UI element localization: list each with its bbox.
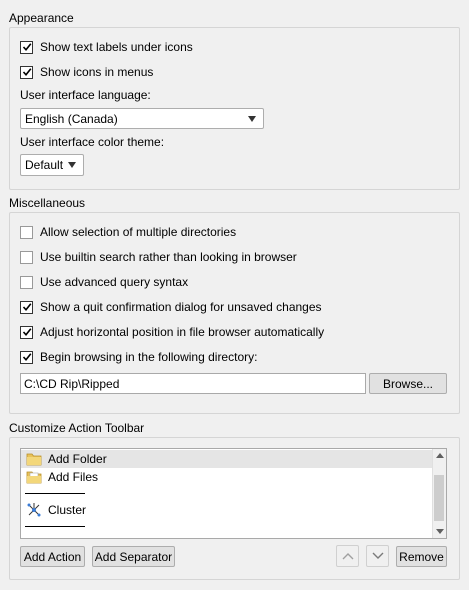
scrollbar-thumb[interactable] [434,475,444,521]
directory-input[interactable]: C:\CD Rip\Ripped [20,373,366,394]
show-text-labels-checkbox[interactable]: Show text labels under icons [20,39,193,55]
scroll-up-icon[interactable] [436,453,444,458]
chevron-down-icon [372,552,383,559]
move-down-button[interactable] [366,545,389,567]
checkmark-icon [20,65,33,79]
list-item-cluster[interactable]: Cluster [21,501,434,519]
begin-browsing-checkbox[interactable]: Begin browsing in the following director… [20,349,257,365]
chevron-down-icon [248,115,256,122]
move-up-button[interactable] [336,545,359,567]
quit-confirmation-checkbox[interactable]: Show a quit confirmation dialog for unsa… [20,299,322,315]
checkbox-empty-icon [20,225,33,239]
remove-label: Remove [399,549,444,564]
theme-select[interactable]: Default [20,154,84,176]
directory-value: C:\CD Rip\Ripped [24,376,120,391]
show-icons-menus-checkbox[interactable]: Show icons in menus [20,64,153,80]
remove-button[interactable]: Remove [396,546,447,567]
option-label: Use advanced query syntax [40,275,189,289]
checkbox-empty-icon [20,275,33,289]
add-action-label: Add Action [23,549,82,564]
theme-value: Default [25,158,64,172]
language-value: English (Canada) [25,111,118,126]
list-scrollbar[interactable] [432,449,446,538]
option-label: Allow selection of multiple directories [40,225,237,239]
folder-icon [26,453,42,466]
toolbar-title: Customize Action Toolbar [9,421,145,435]
add-separator-label: Add Separator [94,549,173,564]
list-item-label: Add Folder [48,452,107,466]
show-icons-menus-label: Show icons in menus [40,65,154,79]
list-item-label: Add Files [48,470,99,484]
option-label: Show a quit confirmation dialog for unsa… [40,300,322,314]
add-separator-button[interactable]: Add Separator [92,546,175,567]
checkmark-icon [20,350,33,364]
list-item-label: Cluster [48,503,87,517]
scroll-down-icon[interactable] [436,529,444,534]
option-label: Begin browsing in the following director… [40,350,258,364]
browse-button[interactable]: Browse... [369,373,447,394]
advanced-query-checkbox[interactable]: Use advanced query syntax [20,274,188,290]
chevron-up-icon [342,553,353,560]
checkmark-icon [20,300,33,314]
checkmark-icon [20,40,33,54]
language-select[interactable]: English (Canada) [20,108,264,129]
builtin-search-checkbox[interactable]: Use builtin search rather than looking i… [20,249,297,265]
list-item-add-files[interactable]: Add Files [21,468,434,486]
language-label: User interface language: [20,88,151,102]
list-item-add-folder[interactable]: Add Folder [21,450,434,468]
add-action-button[interactable]: Add Action [20,546,85,567]
chevron-down-icon [68,162,76,168]
theme-label: User interface color theme: [20,135,165,149]
misc-title: Miscellaneous [9,196,86,210]
appearance-title: Appearance [9,11,74,25]
cluster-icon [27,503,41,517]
checkmark-icon [20,325,33,339]
browse-label: Browse... [382,376,433,391]
files-icon [26,471,42,484]
adjust-horizontal-checkbox[interactable]: Adjust horizontal position in file brows… [20,324,324,340]
separator-line[interactable] [25,526,85,527]
show-text-labels-label: Show text labels under icons [40,40,193,54]
option-label: Use builtin search rather than looking i… [40,250,297,264]
checkbox-empty-icon [20,250,33,264]
allow-multiple-dirs-checkbox[interactable]: Allow selection of multiple directories [20,224,236,240]
separator-line[interactable] [25,493,85,494]
option-label: Adjust horizontal position in file brows… [40,325,325,339]
toolbar-action-list[interactable]: Add Folder Add Files Cluster [20,448,447,539]
